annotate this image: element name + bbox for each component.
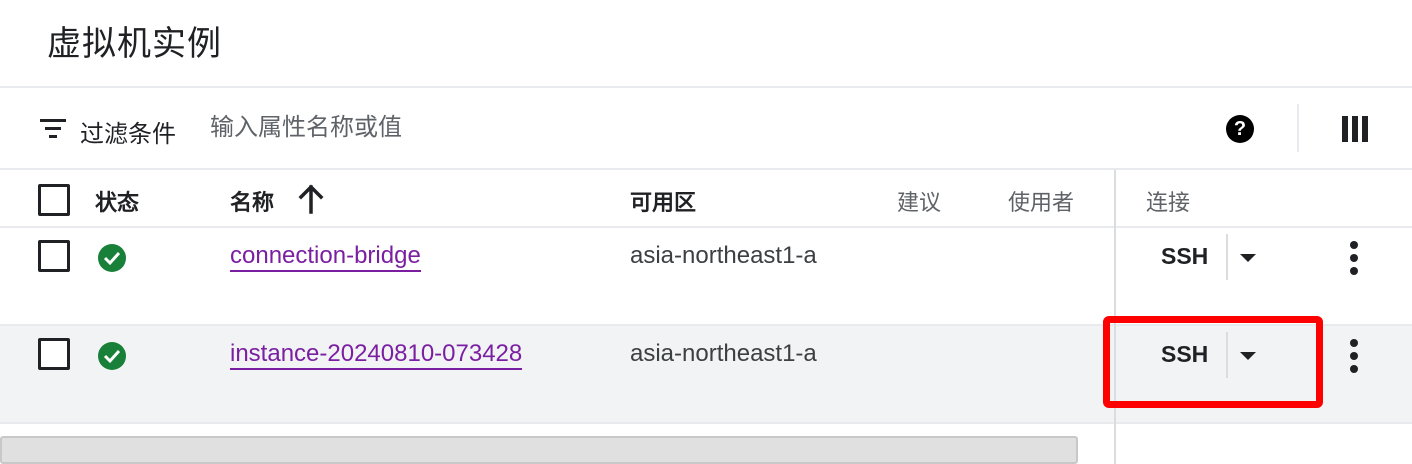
- select-all-checkbox[interactable]: [38, 184, 70, 216]
- sort-ascending-icon[interactable]: [298, 184, 324, 214]
- instance-name-link[interactable]: instance-20240810-073428: [230, 340, 523, 370]
- row-checkbox[interactable]: [38, 240, 70, 272]
- page-title: 虚拟机实例: [47, 25, 222, 63]
- ssh-button[interactable]: SSH: [1161, 243, 1208, 270]
- header-connect: 连接: [1146, 190, 1191, 215]
- status-running-icon: [98, 342, 126, 370]
- row-divider: [0, 422, 1412, 424]
- table-row: connection-bridge asia-northeast1-a SSH: [0, 228, 1412, 326]
- header-zone[interactable]: 可用区: [630, 185, 696, 217]
- filter-bar: 过滤条件 ?: [0, 88, 1412, 170]
- horizontal-scrollbar[interactable]: [0, 436, 1078, 464]
- more-actions-icon[interactable]: [1350, 339, 1358, 373]
- instance-zone: asia-northeast1-a: [630, 340, 817, 367]
- filter-label[interactable]: 过滤条件: [80, 114, 176, 149]
- header-recommendation[interactable]: 建议: [897, 185, 941, 217]
- help-icon[interactable]: ?: [1226, 115, 1254, 143]
- toolbar-divider: [1297, 104, 1299, 152]
- ssh-dropdown-icon[interactable]: [1240, 254, 1256, 262]
- table-header: 状态 名称 可用区 建议 使用者 连接: [0, 170, 1412, 228]
- row-checkbox[interactable]: [38, 338, 70, 370]
- status-running-icon: [98, 244, 126, 272]
- header-status[interactable]: 状态: [95, 185, 139, 217]
- header-in-use-by[interactable]: 使用者: [1008, 185, 1074, 217]
- header-name[interactable]: 名称: [230, 185, 274, 217]
- ssh-divider: [1226, 234, 1228, 280]
- filter-input[interactable]: [210, 110, 1110, 146]
- instance-name-link[interactable]: connection-bridge: [230, 242, 421, 272]
- filter-icon[interactable]: [40, 118, 66, 140]
- more-actions-icon[interactable]: [1350, 241, 1358, 275]
- column-display-options-icon[interactable]: [1342, 116, 1368, 142]
- highlight-annotation: [1103, 316, 1323, 408]
- instance-zone: asia-northeast1-a: [630, 242, 817, 269]
